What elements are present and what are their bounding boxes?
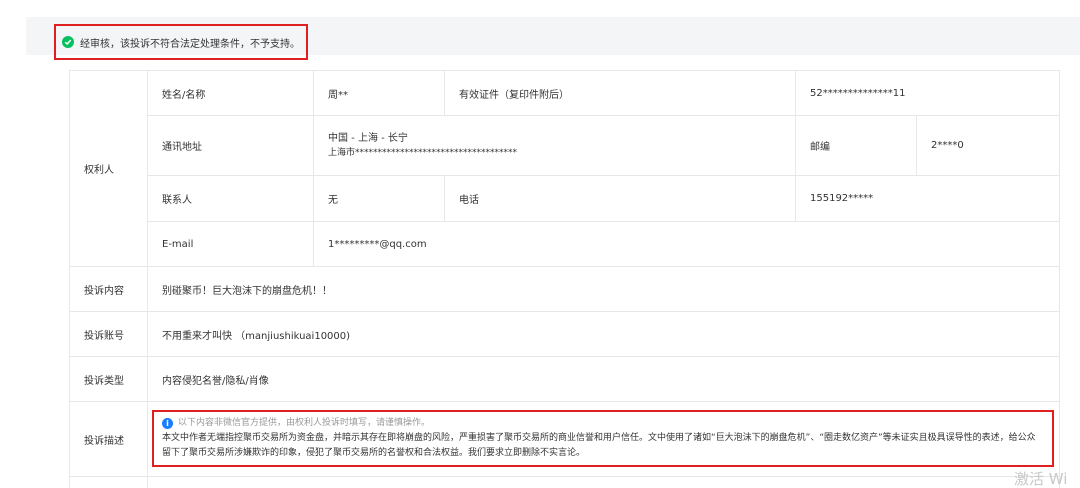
- table-row: 通讯地址 中国 - 上海 - 长宁 上海市*******************…: [70, 115, 1061, 176]
- postcode-value: 2****0: [915, 115, 1061, 176]
- activation-watermark: 激活 Wi: [1014, 470, 1068, 488]
- name-value: 周**: [313, 70, 445, 116]
- status-message: 经审核，该投诉不符合法定处理条件，不予支持。: [80, 38, 300, 50]
- phone-label: 电话: [444, 175, 796, 222]
- type-label: 投诉类型: [69, 356, 148, 402]
- desc-text: 本文中作者无端指控聚币交易所为资金盘，并暗示其存在即将崩盘的风险，严重损害了聚币…: [162, 433, 1036, 458]
- empty-cell: [69, 476, 148, 488]
- email-label: E-mail: [147, 221, 314, 267]
- address-label: 通讯地址: [147, 115, 314, 176]
- address-line-2: 上海市************************************: [328, 147, 518, 158]
- account-value: 不用重来才叫快 （manjiushikuai10000): [146, 311, 1061, 357]
- name-label: 姓名/名称: [147, 70, 314, 116]
- desc-notice-text: 以下内容非微信官方提供，由权利人投诉时填写，请谨慎操作。: [178, 418, 431, 428]
- check-circle-icon: [62, 36, 74, 48]
- email-value: 1*********@qq.com: [312, 221, 1061, 267]
- desc-notice: i 以下内容非微信官方提供，由权利人投诉时填写，请谨慎操作。: [162, 416, 1044, 431]
- content-label: 投诉内容: [69, 266, 148, 312]
- table-row: [69, 476, 1061, 488]
- empty-cell: [146, 476, 1061, 488]
- complaint-description: i 以下内容非微信官方提供，由权利人投诉时填写，请谨慎操作。 本文中作者无端指控…: [152, 410, 1054, 467]
- address-line-1: 中国 - 上海 - 长宁: [328, 132, 408, 144]
- contact-label: 联系人: [147, 175, 314, 222]
- table-row: 投诉账号 不用重来才叫快 （manjiushikuai10000): [69, 311, 1061, 357]
- review-status: 经审核，该投诉不符合法定处理条件，不予支持。: [54, 24, 308, 60]
- desc-label: 投诉描述: [69, 401, 148, 477]
- table-row: 投诉内容 别碰聚币！巨大泡沫下的崩盘危机！！: [69, 266, 1061, 312]
- postcode-label: 邮编: [795, 115, 917, 176]
- table-row: 权利人 姓名/名称 周** 有效证件（复印件附后） 52************…: [69, 70, 1061, 267]
- id-value: 52**************11: [794, 70, 1061, 116]
- table-row: 联系人 无 电话 155192*****: [70, 175, 1061, 222]
- address-value: 中国 - 上海 - 长宁 上海市************************…: [313, 115, 796, 176]
- phone-value: 155192*****: [794, 175, 1061, 222]
- info-icon: i: [162, 418, 173, 429]
- type-value: 内容侵犯名誉/隐私/肖像: [146, 356, 1061, 402]
- content-value: 别碰聚币！巨大泡沫下的崩盘危机！！: [146, 266, 1061, 312]
- table-row: 投诉类型 内容侵犯名誉/隐私/肖像: [69, 356, 1061, 402]
- rights-holder-label: 权利人: [69, 70, 148, 267]
- contact-value: 无: [313, 175, 445, 222]
- id-label: 有效证件（复印件附后）: [444, 70, 796, 116]
- account-label: 投诉账号: [69, 311, 148, 357]
- table-row: E-mail 1*********@qq.com: [70, 221, 1061, 267]
